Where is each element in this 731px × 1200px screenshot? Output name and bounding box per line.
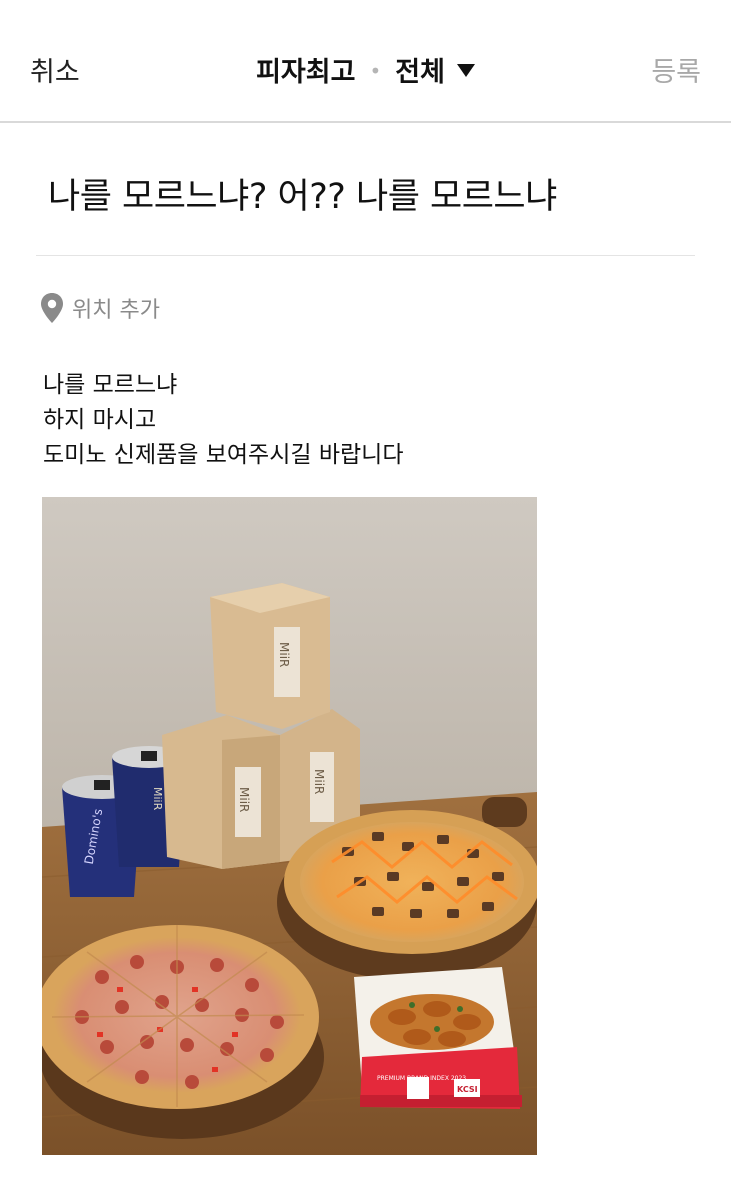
- body-line: 하지 마시고: [43, 407, 157, 433]
- svg-text:MiiR: MiiR: [312, 769, 326, 794]
- attached-photo[interactable]: Domino's MiiR MiiR MiiR MiiR PREMIUM BRA…: [42, 497, 537, 1155]
- miir-gift-box-top: MiiR: [210, 583, 330, 729]
- location-label: 위치 추가: [72, 298, 160, 323]
- body-line: 도미노 신제품을 보여주시길 바랍니다: [43, 442, 404, 468]
- post-body-editor[interactable]: 나를 모르느냐 하지 마시고 도미노 신제품을 보여주시길 바랍니다: [43, 368, 404, 473]
- svg-text:PREMIUM BRAND INDEX 2023: PREMIUM BRAND INDEX 2023: [377, 1075, 466, 1082]
- caret-down-icon: [456, 64, 475, 77]
- title-divider: [36, 255, 695, 256]
- svg-text:MiiR: MiiR: [237, 787, 251, 812]
- filter-dropdown[interactable]: 전체: [395, 57, 475, 88]
- svg-text:KCSI: KCSI: [457, 1085, 478, 1094]
- top-navigation-bar: 취소 피자최고 • 전체 등록: [0, 0, 731, 123]
- post-title-input[interactable]: 나를 모르느냐? 어?? 나를 모르느냐: [48, 168, 557, 219]
- pizza-photo-illustration: Domino's MiiR MiiR MiiR MiiR PREMIUM BRA…: [42, 497, 537, 1155]
- side-dish-box: PREMIUM BRAND INDEX 2023 KCSI: [354, 967, 522, 1109]
- location-pin-icon: [41, 293, 63, 323]
- body-line: 나를 모르느냐: [43, 372, 178, 398]
- board-selector[interactable]: 피자최고 • 전체: [0, 50, 731, 89]
- filter-label: 전체: [395, 57, 445, 88]
- board-name: 피자최고: [256, 57, 356, 88]
- add-location-button[interactable]: 위치 추가: [40, 290, 160, 326]
- svg-text:MiiR: MiiR: [277, 642, 291, 667]
- miir-gift-box-bottom-left: MiiR: [162, 715, 280, 869]
- submit-button[interactable]: 등록: [651, 50, 701, 89]
- separator-dot: •: [369, 59, 382, 83]
- svg-text:MiiR: MiiR: [151, 787, 164, 811]
